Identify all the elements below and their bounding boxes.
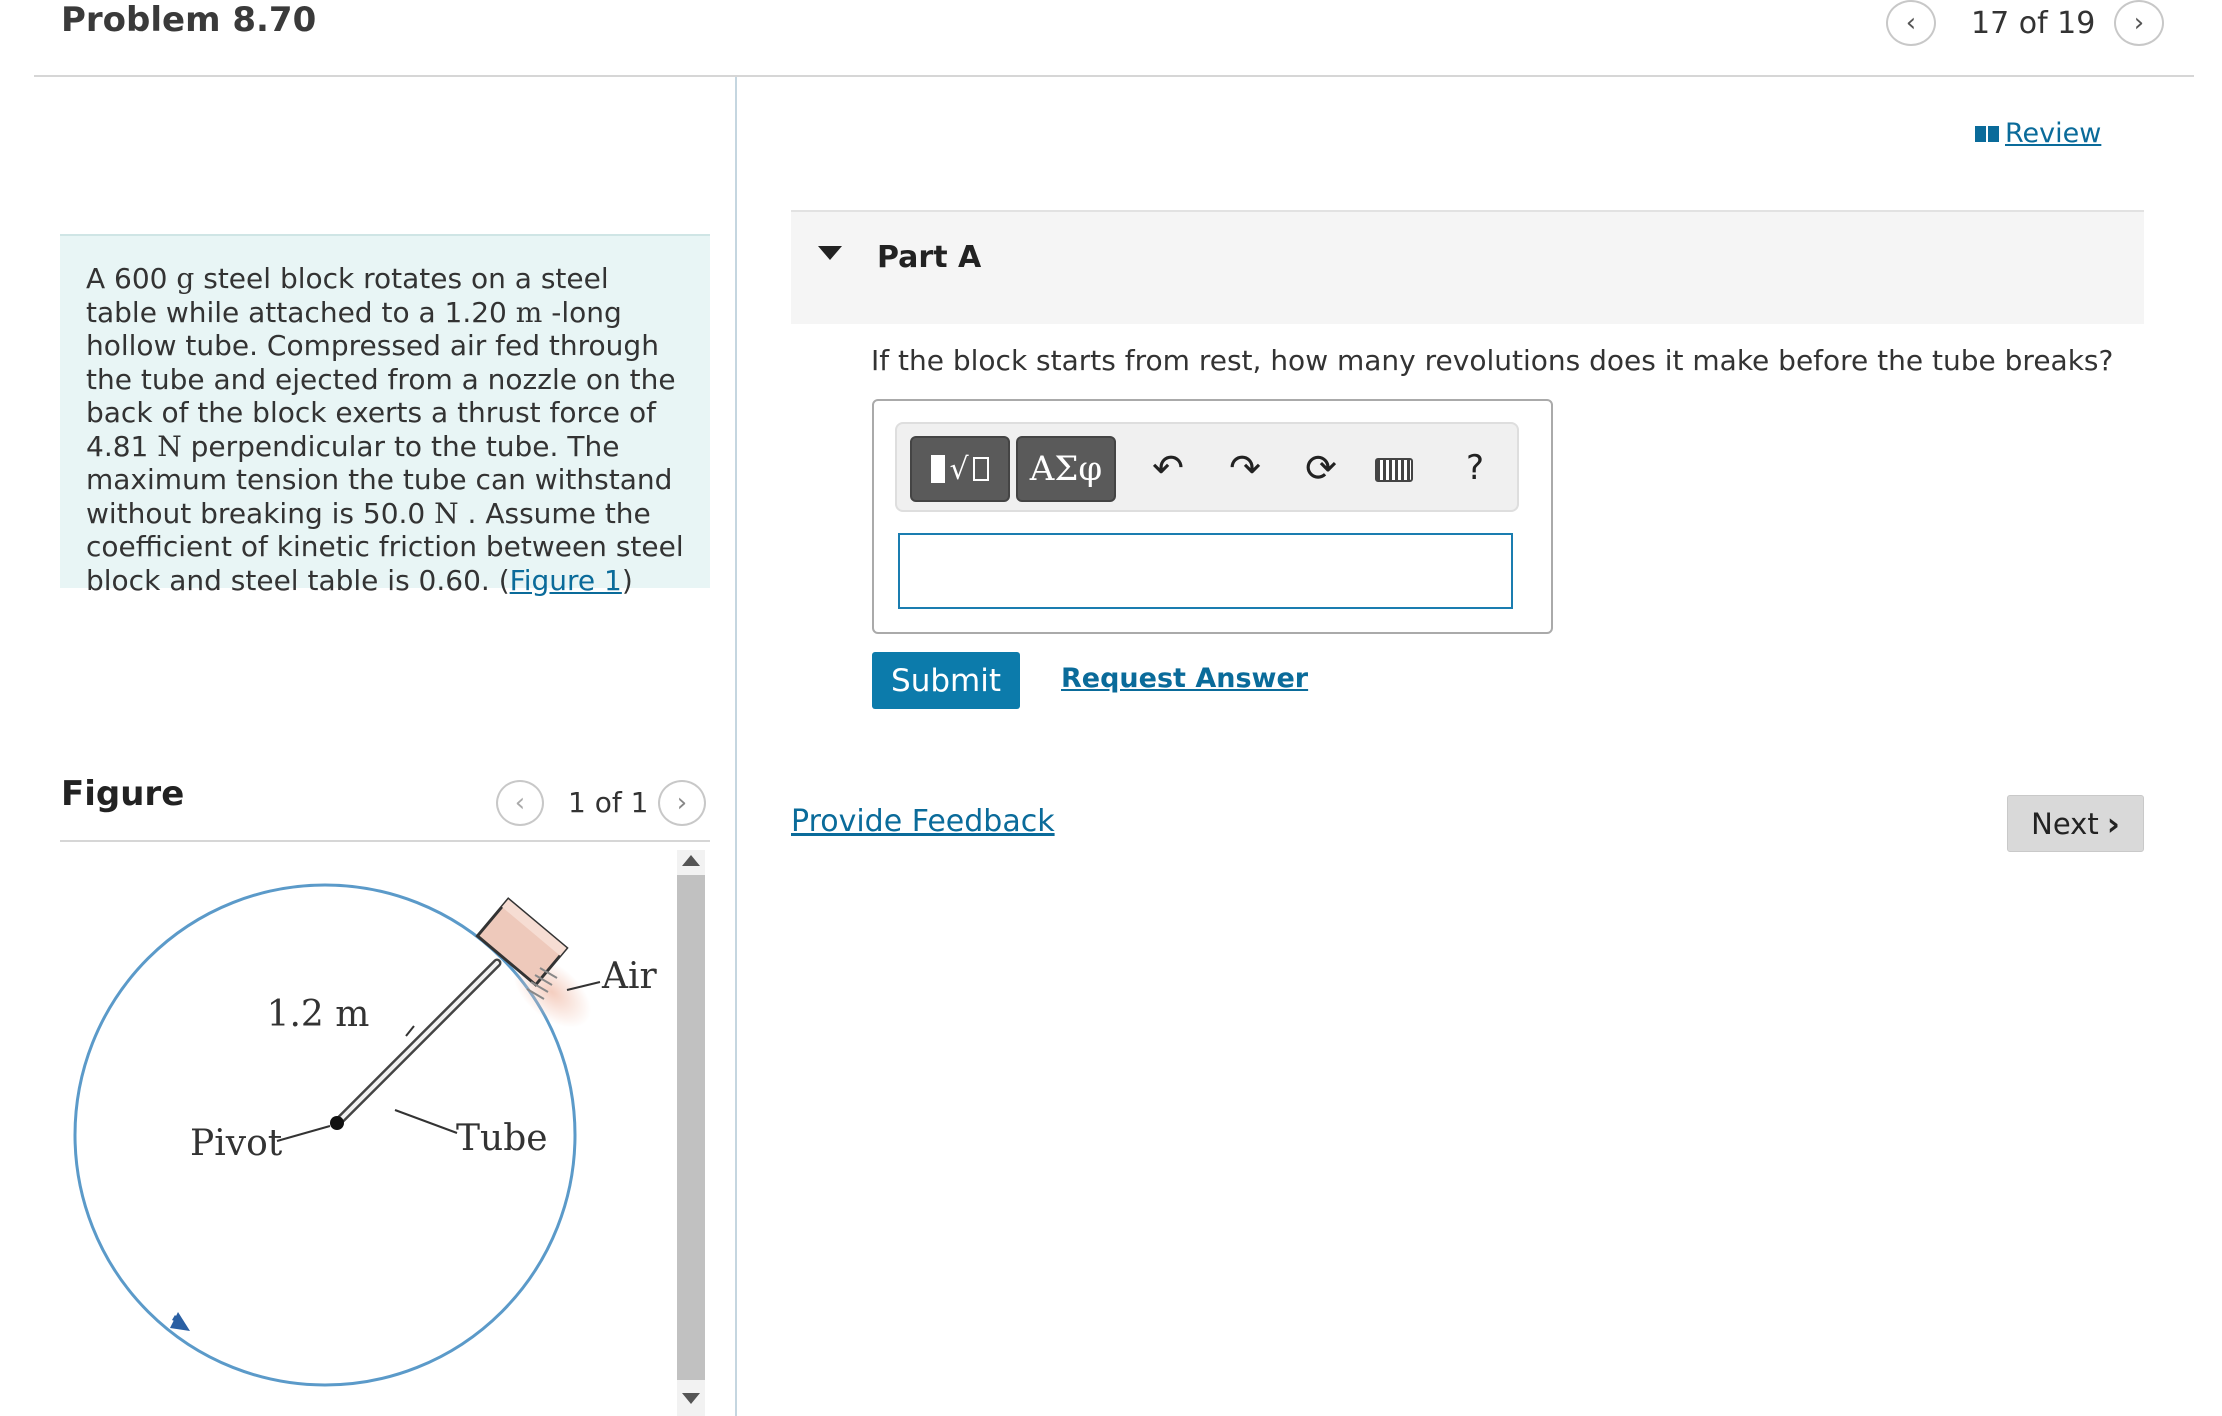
greek-symbols-button[interactable]: ΑΣφ [1016, 436, 1116, 502]
air-label: Air [601, 956, 658, 997]
collapse-caret-icon[interactable] [818, 246, 842, 260]
pivot-label: Pivot [190, 1123, 283, 1164]
problem-pager: 17 of 19 [1971, 6, 2096, 41]
tube-label: Tube [456, 1118, 548, 1159]
pivot-point [330, 1116, 344, 1130]
question-text: If the block starts from rest, how many … [871, 344, 2114, 377]
chevron-right-icon: › [676, 788, 688, 818]
answer-input[interactable] [898, 533, 1513, 609]
figure-scrollbar-thumb[interactable] [677, 875, 705, 1380]
help-button[interactable]: ? [1455, 445, 1495, 491]
chevron-left-icon: ‹ [514, 788, 526, 818]
figure-diagram: 1.2 m Air Tube Pivot [73, 883, 658, 1387]
redo-icon[interactable]: ↷ [1222, 445, 1268, 491]
chevron-right-icon: › [2133, 8, 2145, 38]
figure-title: Figure [61, 774, 185, 814]
figure-previous-button[interactable]: ‹ [496, 780, 544, 826]
reset-icon[interactable]: ⟳ [1298, 445, 1344, 491]
review-link[interactable]: Review [1975, 118, 2101, 149]
templates-button[interactable]: √ [910, 436, 1010, 502]
chevron-right-icon: › [2106, 804, 2120, 843]
length-label: 1.2 m [267, 994, 370, 1035]
problem-title: Problem 8.70 [61, 0, 317, 40]
submit-button[interactable]: Submit [872, 652, 1020, 709]
part-a-header[interactable] [791, 210, 2144, 324]
problem-statement: A 600 g steel block rotates on a steel t… [60, 234, 710, 597]
scroll-down-icon[interactable] [682, 1393, 700, 1404]
chevron-left-icon: ‹ [1905, 8, 1917, 38]
figure-next-button[interactable]: › [658, 780, 706, 826]
next-button[interactable]: Next › [2007, 795, 2144, 852]
previous-problem-button[interactable]: ‹ [1886, 0, 1936, 46]
next-label: Next [2031, 806, 2099, 841]
templates-icon: √ [931, 452, 989, 487]
pane-divider [735, 77, 737, 1416]
keyboard-icon[interactable] [1375, 458, 1413, 482]
request-answer-link[interactable]: Request Answer [1061, 663, 1308, 694]
book-icon [1975, 125, 1999, 142]
header-divider [34, 75, 2194, 77]
figure-link[interactable]: Figure 1 [510, 564, 622, 597]
provide-feedback-link[interactable]: Provide Feedback [791, 804, 1055, 839]
scroll-up-icon[interactable] [682, 855, 700, 866]
next-problem-button[interactable]: › [2114, 0, 2164, 46]
undo-icon[interactable]: ↶ [1145, 445, 1191, 491]
figure-pager: 1 of 1 [568, 786, 649, 819]
figure-divider [60, 840, 710, 842]
part-a-title: Part A [877, 240, 982, 275]
